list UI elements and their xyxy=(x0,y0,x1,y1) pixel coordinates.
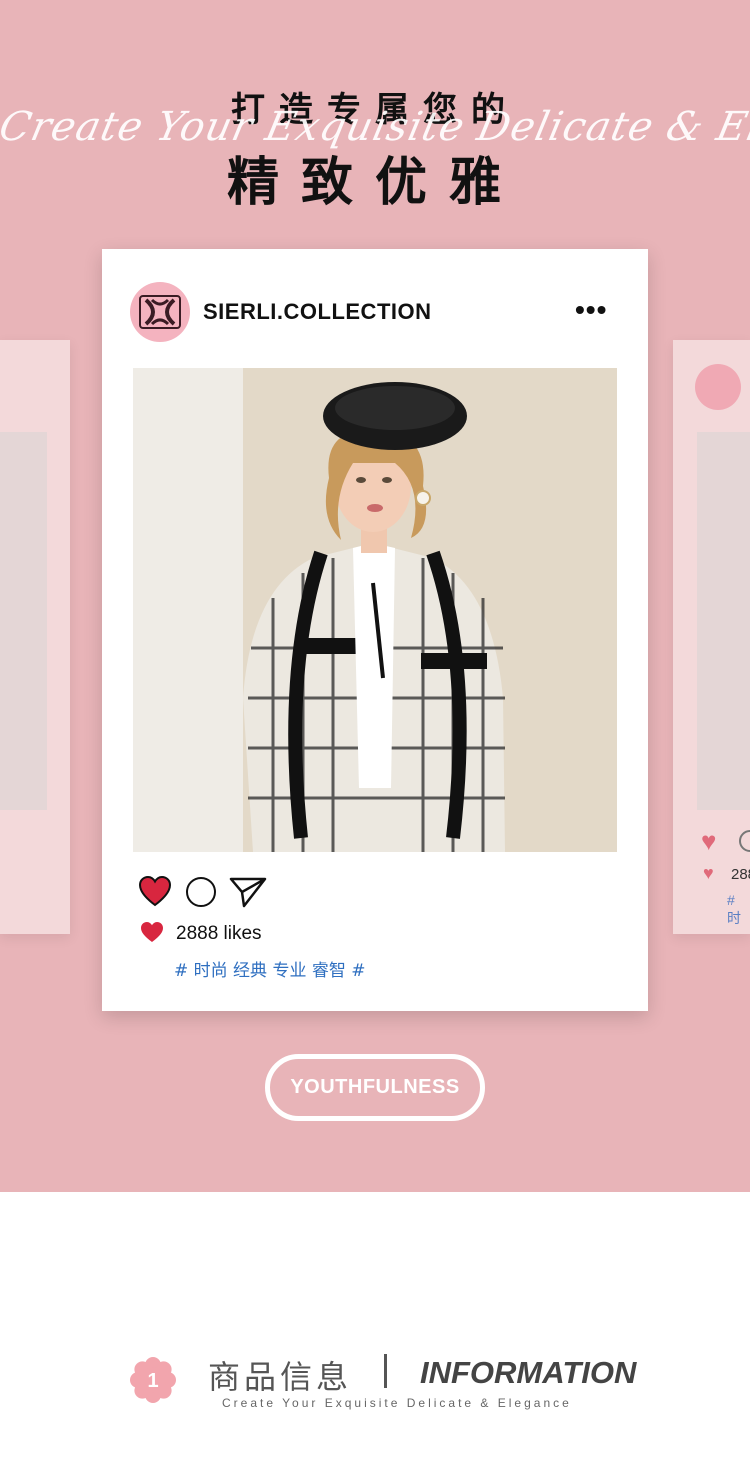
side-tag-text: # 时 xyxy=(727,892,741,926)
side-heart-icon: ♥ xyxy=(701,826,717,856)
send-icon[interactable] xyxy=(228,875,268,909)
side-card-left xyxy=(0,340,70,934)
post-card: SIERLI.COLLECTION ••• 2888 likes # 时尚 经典… xyxy=(102,249,648,1011)
info-title-cn: 商品信息 xyxy=(208,1358,353,1396)
side-card-image xyxy=(0,432,47,810)
comment-icon[interactable] xyxy=(186,877,216,907)
badge-label: YOUTHFULNESS xyxy=(290,1076,460,1098)
side-comment-icon xyxy=(739,830,750,852)
heart-icon[interactable] xyxy=(138,875,172,907)
logo-icon[interactable] xyxy=(130,282,190,342)
info-divider xyxy=(384,1354,387,1388)
info-title-en: INFORMATION xyxy=(420,1355,637,1390)
side-likes-text: 288 xyxy=(731,866,750,883)
post-username[interactable]: SIERLI.COLLECTION xyxy=(203,299,432,325)
side-card-image xyxy=(697,432,750,810)
flower-number-icon: 1 xyxy=(130,1357,176,1403)
fashion-photo-illustration xyxy=(133,368,617,852)
header-line2: 精致优雅 xyxy=(226,153,523,213)
logo-icon-svg xyxy=(139,295,181,329)
more-icon[interactable]: ••• xyxy=(575,296,607,324)
info-subtitle: Create Your Exquisite Delicate & Eleganc… xyxy=(222,1396,572,1410)
hero-section: 打造专属您的 Create Your Exquisite Delicate & … xyxy=(0,0,750,1192)
likes-heart-icon xyxy=(141,922,163,942)
youthfulness-badge: YOUTHFULNESS xyxy=(265,1054,485,1121)
likes-count: 2888 likes xyxy=(176,923,262,944)
flower-number: 1 xyxy=(147,1370,158,1392)
side-avatar xyxy=(695,364,741,410)
post-tags[interactable]: # 时尚 经典 专业 睿智 # xyxy=(174,956,366,981)
side-card-right: ♥ ♥ 288 # 时 xyxy=(673,340,750,934)
side-likes-heart-icon: ♥ xyxy=(703,863,714,883)
post-photo xyxy=(133,368,617,852)
